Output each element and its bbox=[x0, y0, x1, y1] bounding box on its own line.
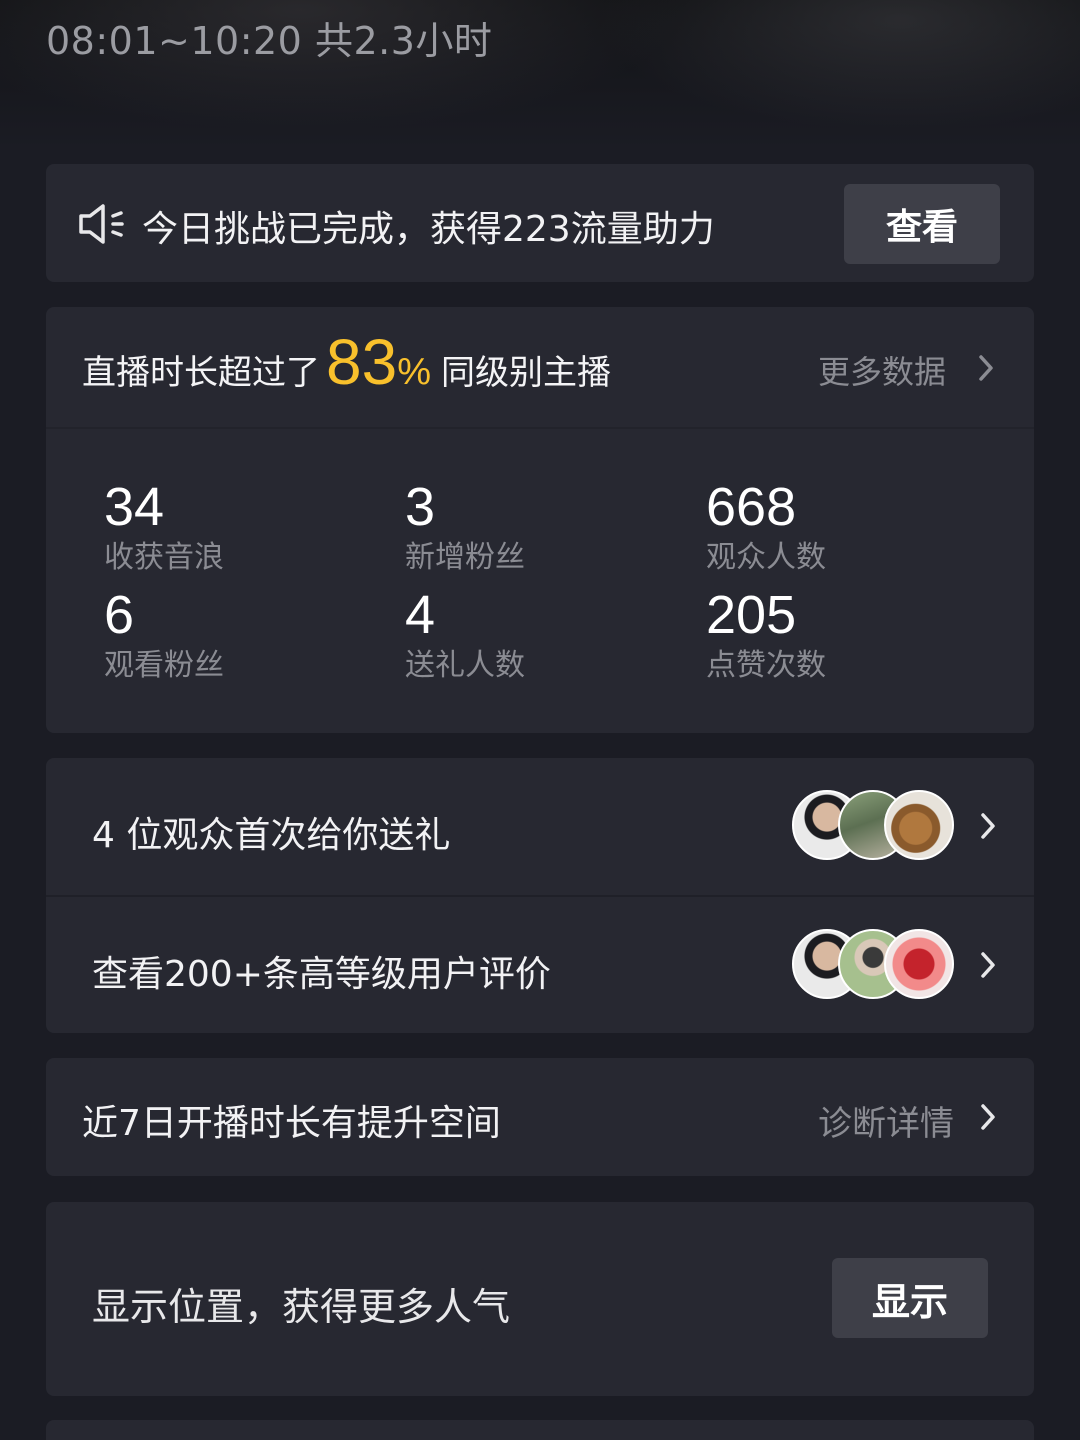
chevron-right-icon[interactable] bbox=[978, 950, 998, 980]
stat-watching-fans: 6 观看粉丝 bbox=[104, 583, 224, 685]
show-location-button[interactable]: 显示 bbox=[832, 1258, 988, 1338]
stat-label: 点赞次数 bbox=[706, 648, 826, 683]
headline-prefix: 直播时长超过了 bbox=[82, 353, 320, 393]
stats-card: 直播时长超过了 83 % 同级别主播 更多数据 34 收获音浪 3 新增粉丝 6… bbox=[46, 307, 1034, 733]
stats-header: 直播时长超过了 83 % 同级别主播 更多数据 bbox=[46, 307, 1034, 429]
first-gift-row[interactable]: 4 位观众首次给你送礼 bbox=[46, 758, 1034, 895]
location-prompt: 显示位置，获得更多人气 bbox=[92, 1285, 511, 1329]
stat-label: 观众人数 bbox=[706, 540, 826, 575]
duration-ranking-headline: 直播时长超过了 83 % 同级别主播 bbox=[82, 325, 611, 399]
stat-value: 34 bbox=[104, 477, 165, 537]
audience-list-card: 4 位观众首次给你送礼 查看200+条高等级用户评价 bbox=[46, 758, 1034, 1033]
headline-suffix: 同级别主播 bbox=[440, 353, 611, 393]
stat-viewers: 668 观众人数 bbox=[706, 475, 826, 577]
first-gift-text: 4 位观众首次给你送礼 bbox=[92, 815, 451, 856]
diagnosis-details-link[interactable]: 诊断详情 bbox=[818, 1096, 954, 1145]
avatar bbox=[884, 929, 954, 999]
view-button[interactable]: 查看 bbox=[844, 184, 1000, 264]
next-card-partial bbox=[46, 1420, 1034, 1440]
stat-label: 新增粉丝 bbox=[405, 540, 525, 575]
diagnosis-card[interactable]: 近7日开播时长有提升空间 诊断详情 bbox=[46, 1058, 1034, 1176]
session-time-range: 08:01~10:20 共2.3小时 bbox=[46, 19, 493, 63]
reviews-row[interactable]: 查看200+条高等级用户评价 bbox=[46, 897, 1034, 1034]
reviews-text: 查看200+条高等级用户评价 bbox=[92, 954, 551, 995]
stat-sound-waves: 34 收获音浪 bbox=[104, 475, 224, 577]
diagnosis-text: 近7日开播时长有提升空间 bbox=[82, 1103, 501, 1144]
avatar-stack bbox=[792, 929, 956, 1003]
percent-symbol: % bbox=[397, 351, 431, 393]
avatar bbox=[884, 790, 954, 860]
stat-value: 3 bbox=[405, 477, 436, 537]
chevron-right-icon[interactable] bbox=[978, 1102, 998, 1132]
avatar-stack bbox=[792, 790, 956, 864]
chevron-right-icon[interactable] bbox=[978, 811, 998, 841]
stat-value: 4 bbox=[405, 585, 436, 645]
stat-gift-senders: 4 送礼人数 bbox=[405, 583, 525, 685]
top-background: 08:01~10:20 共2.3小时 bbox=[0, 0, 1080, 150]
challenge-card: 今日挑战已完成，获得223流量助力 查看 bbox=[46, 164, 1034, 282]
stat-label: 观看粉丝 bbox=[104, 648, 224, 683]
stat-likes: 205 点赞次数 bbox=[706, 583, 826, 685]
more-data-link[interactable]: 更多数据 bbox=[818, 347, 946, 393]
stat-label: 送礼人数 bbox=[405, 648, 525, 683]
live-summary-page: 08:01~10:20 共2.3小时 今日挑战已完成，获得223流量助力 查看 … bbox=[0, 0, 1080, 1440]
speaker-icon bbox=[79, 204, 124, 244]
stat-value: 6 bbox=[104, 585, 135, 645]
location-card: 显示位置，获得更多人气 显示 bbox=[46, 1202, 1034, 1396]
challenge-message: 今日挑战已完成，获得223流量助力 bbox=[142, 209, 715, 250]
chevron-right-icon[interactable] bbox=[976, 353, 996, 383]
percent-value: 83 bbox=[326, 326, 398, 398]
stat-value: 205 bbox=[706, 585, 797, 645]
stat-label: 收获音浪 bbox=[104, 540, 224, 575]
stat-value: 668 bbox=[706, 477, 797, 537]
stat-new-fans: 3 新增粉丝 bbox=[405, 475, 525, 577]
